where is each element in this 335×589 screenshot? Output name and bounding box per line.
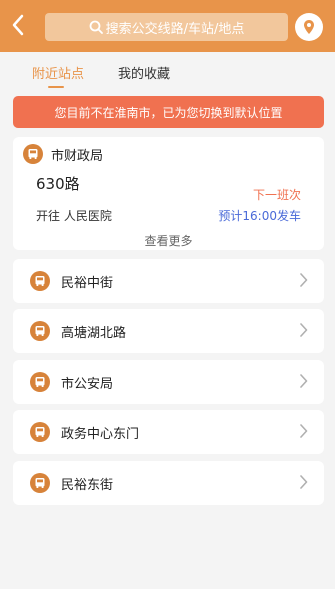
back-button[interactable] (4, 8, 32, 42)
chevron-left-icon (12, 14, 24, 36)
station-item[interactable]: 市公安局 (13, 360, 324, 404)
nearby-station-card[interactable]: 市财政局 630路 下一班次 开往 人民医院 预计16:00发车 查看更多 (13, 137, 324, 250)
station-title: 市财政局 (51, 149, 104, 164)
tab-my-favorites[interactable]: 我的收藏 (118, 63, 170, 82)
station-item[interactable]: 民裕东街 (13, 461, 324, 505)
departure-time: 预计16:00发车 (218, 209, 301, 223)
station-name: 民裕中街 (61, 276, 114, 291)
route-destination: 开往 人民医院 (36, 209, 112, 223)
bus-icon (30, 422, 50, 442)
chevron-right-icon (300, 475, 308, 489)
station-name: 市公安局 (61, 377, 114, 392)
location-notice-banner: 您目前不在淮南市，已为您切换到默认位置 (13, 96, 324, 128)
search-icon (89, 20, 103, 34)
station-name: 政务中心东门 (61, 427, 140, 442)
next-bus-label: 下一班次 (252, 188, 301, 202)
station-item[interactable]: 政务中心东门 (13, 410, 324, 454)
view-more-link[interactable]: 查看更多 (13, 232, 324, 249)
route-number[interactable]: 630路 (36, 173, 80, 194)
station-name: 民裕东街 (61, 478, 114, 493)
bus-icon (30, 473, 50, 493)
station-item[interactable]: 高塘湖北路 (13, 309, 324, 353)
search-input[interactable]: 搜索公交线路/车站/地点 (45, 13, 288, 41)
chevron-right-icon (300, 273, 308, 287)
bus-icon (30, 372, 50, 392)
bus-icon (23, 144, 43, 164)
bus-icon (30, 271, 50, 291)
tab-nearby-stations[interactable]: 附近站点 (32, 63, 84, 82)
header-bar: 搜索公交线路/车站/地点 (0, 0, 335, 52)
chevron-right-icon (300, 374, 308, 388)
location-pin-icon (304, 20, 314, 34)
station-item[interactable]: 民裕中街 (13, 259, 324, 303)
location-button[interactable] (295, 13, 323, 41)
notice-text: 您目前不在淮南市，已为您切换到默认位置 (54, 105, 283, 120)
active-tab-indicator (48, 86, 64, 88)
bus-icon (30, 321, 50, 341)
chevron-right-icon (300, 323, 308, 337)
chevron-right-icon (300, 424, 308, 438)
station-name: 高塘湖北路 (61, 326, 127, 341)
search-placeholder: 搜索公交线路/车站/地点 (105, 21, 245, 37)
